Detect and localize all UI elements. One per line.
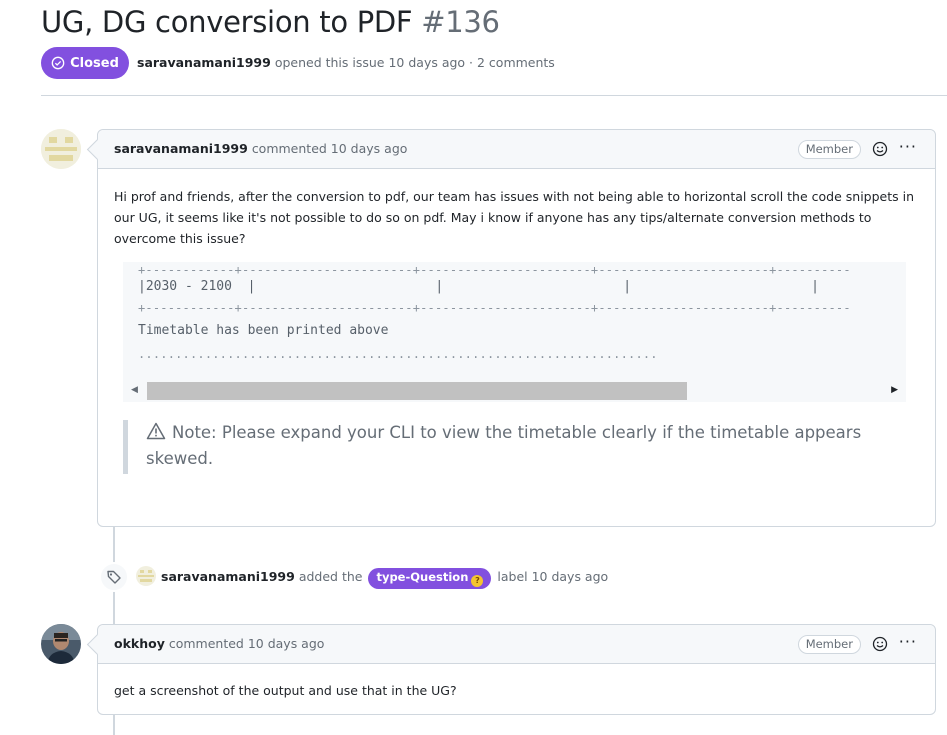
comment-timestamp[interactable]: commented 10 days ago xyxy=(169,636,325,651)
avatar[interactable] xyxy=(41,129,81,169)
status-label: Closed xyxy=(70,55,119,71)
label-name: type-Question xyxy=(376,570,469,584)
identicon xyxy=(136,566,156,586)
timeline-event: saravanamani1999 added the type-Question… xyxy=(99,562,899,592)
identicon xyxy=(41,129,81,169)
issue-meta-text: opened this issue 10 days ago · 2 commen… xyxy=(274,55,555,70)
comment-author-line: okkhoy commented 10 days ago xyxy=(114,636,324,651)
user-photo xyxy=(41,624,81,664)
scroll-left-arrow-icon[interactable]: ◀ xyxy=(131,385,138,395)
smiley-icon[interactable] xyxy=(872,636,888,652)
issue-title-text: UG, DG conversion to PDF xyxy=(41,5,413,39)
status-badge: Closed xyxy=(41,47,129,79)
smiley-icon[interactable] xyxy=(872,141,888,157)
code-line: Timetable has been printed above xyxy=(138,323,389,338)
issue-number: #136 xyxy=(421,5,500,39)
scroll-right-arrow-icon[interactable]: ▶ xyxy=(891,385,898,395)
comment-timestamp[interactable]: commented 10 days ago xyxy=(252,141,408,156)
event-actor-link[interactable]: saravanamani1999 xyxy=(161,569,295,584)
tag-icon xyxy=(107,570,121,584)
comment-author-line: saravanamani1999 commented 10 days ago xyxy=(114,141,407,156)
code-line: ........................................… xyxy=(138,347,658,361)
event-verb: added the xyxy=(298,569,363,584)
role-badge: Member xyxy=(797,635,861,654)
role-badge: Member xyxy=(797,140,861,159)
avatar[interactable] xyxy=(41,624,81,664)
comment-card: okkhoy commented 10 days ago Member ··· … xyxy=(97,624,936,715)
issue-meta: saravanamani1999 opened this issue 10 da… xyxy=(137,55,555,70)
comment-author-link[interactable]: okkhoy xyxy=(114,636,165,651)
code-line: |2030 - 2100 | | | | xyxy=(138,279,819,294)
event-text: saravanamani1999 added the type-Question… xyxy=(161,568,608,589)
code-block: +------------+-----------------------+--… xyxy=(123,262,906,402)
comment-body: get a screenshot of the output and use t… xyxy=(114,683,457,698)
kebab-horizontal-icon[interactable]: ··· xyxy=(899,137,917,156)
comment-header: okkhoy commented 10 days ago Member ··· xyxy=(98,625,935,664)
scrollbar-thumb[interactable] xyxy=(147,382,687,400)
avatar[interactable] xyxy=(136,566,156,586)
note-text: Note: Please expand your CLI to view the… xyxy=(146,423,862,468)
note-blockquote: Note: Please expand your CLI to view the… xyxy=(123,420,883,474)
code-line: +------------+-----------------------+--… xyxy=(138,301,851,315)
event-suffix[interactable]: label 10 days ago xyxy=(497,569,608,584)
code-line: +------------+-----------------------+--… xyxy=(138,263,851,277)
circle-check-icon xyxy=(51,56,65,70)
timeline-line xyxy=(113,715,115,735)
tag-icon-badge xyxy=(99,562,129,592)
thinking-face-icon: ? xyxy=(471,575,484,587)
issue-author-link[interactable]: saravanamani1999 xyxy=(137,55,271,70)
comment-header: saravanamani1999 commented 10 days ago M… xyxy=(98,130,935,169)
comment-author-link[interactable]: saravanamani1999 xyxy=(114,141,248,156)
comment-body: Hi prof and friends, after the conversio… xyxy=(114,189,915,246)
kebab-horizontal-icon[interactable]: ··· xyxy=(899,632,917,651)
issue-title: UG, DG conversion to PDF #136 xyxy=(41,2,500,42)
comment-card: saravanamani1999 commented 10 days ago M… xyxy=(97,129,936,527)
header-divider xyxy=(41,95,947,96)
horizontal-scrollbar[interactable]: ◀ ▶ xyxy=(123,380,906,402)
warning-icon xyxy=(146,422,166,440)
label-badge[interactable]: type-Question? xyxy=(368,568,492,589)
